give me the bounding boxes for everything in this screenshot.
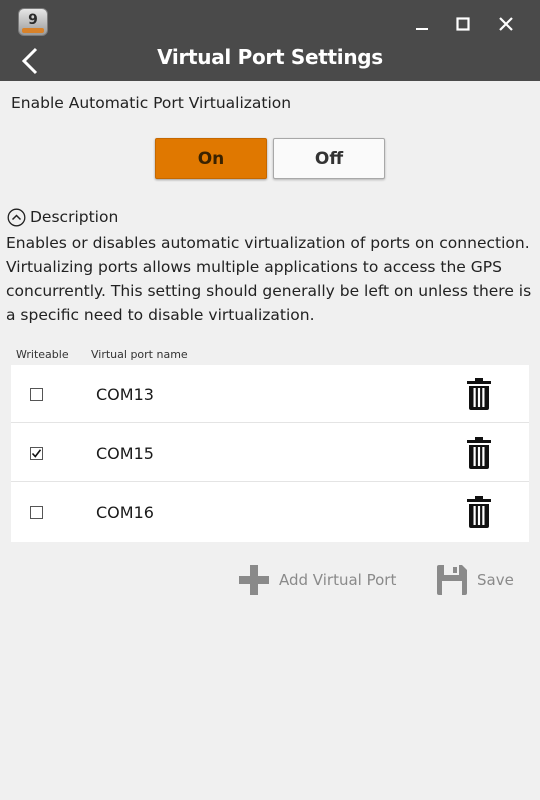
port-name: COM16 <box>96 503 154 522</box>
table-row: COM15 <box>11 424 529 482</box>
off-button[interactable]: Off <box>273 138 385 179</box>
floppy-disk-icon <box>437 565 467 595</box>
writeable-checkbox[interactable] <box>30 447 43 460</box>
trash-icon[interactable] <box>467 496 491 528</box>
close-icon <box>499 17 513 31</box>
plus-icon <box>239 565 269 595</box>
checkmark-icon <box>31 449 42 458</box>
writeable-checkbox[interactable] <box>30 506 43 519</box>
app-icon: 9 <box>18 8 48 36</box>
save-button[interactable]: Save <box>436 563 514 597</box>
ports-table: COM13 COM15 COM16 <box>11 365 529 542</box>
writeable-checkbox[interactable] <box>30 388 43 401</box>
close-button[interactable] <box>491 10 521 38</box>
table-row: COM16 <box>11 483 529 541</box>
virtualization-label: Enable Automatic Port Virtualization <box>11 94 292 112</box>
chevron-up-circle-icon <box>7 208 26 226</box>
table-row: COM13 <box>11 365 529 423</box>
title-bar: 9 Virtual Port Settings <box>0 0 540 81</box>
minimize-button[interactable] <box>407 10 437 38</box>
maximize-button[interactable] <box>448 10 478 38</box>
app-icon-text: 9 <box>28 11 38 28</box>
maximize-icon <box>456 17 470 31</box>
port-name: COM15 <box>96 444 154 463</box>
description-text: Enables or disables automatic virtualiza… <box>6 234 532 324</box>
add-virtual-port-button[interactable]: Add Virtual Port <box>238 563 396 597</box>
column-header-port-name: Virtual port name <box>91 348 188 361</box>
page-title: Virtual Port Settings <box>157 45 383 69</box>
save-label: Save <box>477 571 514 589</box>
port-name: COM13 <box>96 385 154 404</box>
column-header-writeable: Writeable <box>16 348 69 361</box>
description-toggle[interactable]: Description <box>7 206 118 228</box>
on-button[interactable]: On <box>155 138 267 179</box>
trash-icon[interactable] <box>467 437 491 469</box>
add-virtual-port-label: Add Virtual Port <box>279 571 397 589</box>
minimize-icon <box>416 28 428 30</box>
description-label: Description <box>30 208 119 226</box>
trash-icon[interactable] <box>467 378 491 410</box>
